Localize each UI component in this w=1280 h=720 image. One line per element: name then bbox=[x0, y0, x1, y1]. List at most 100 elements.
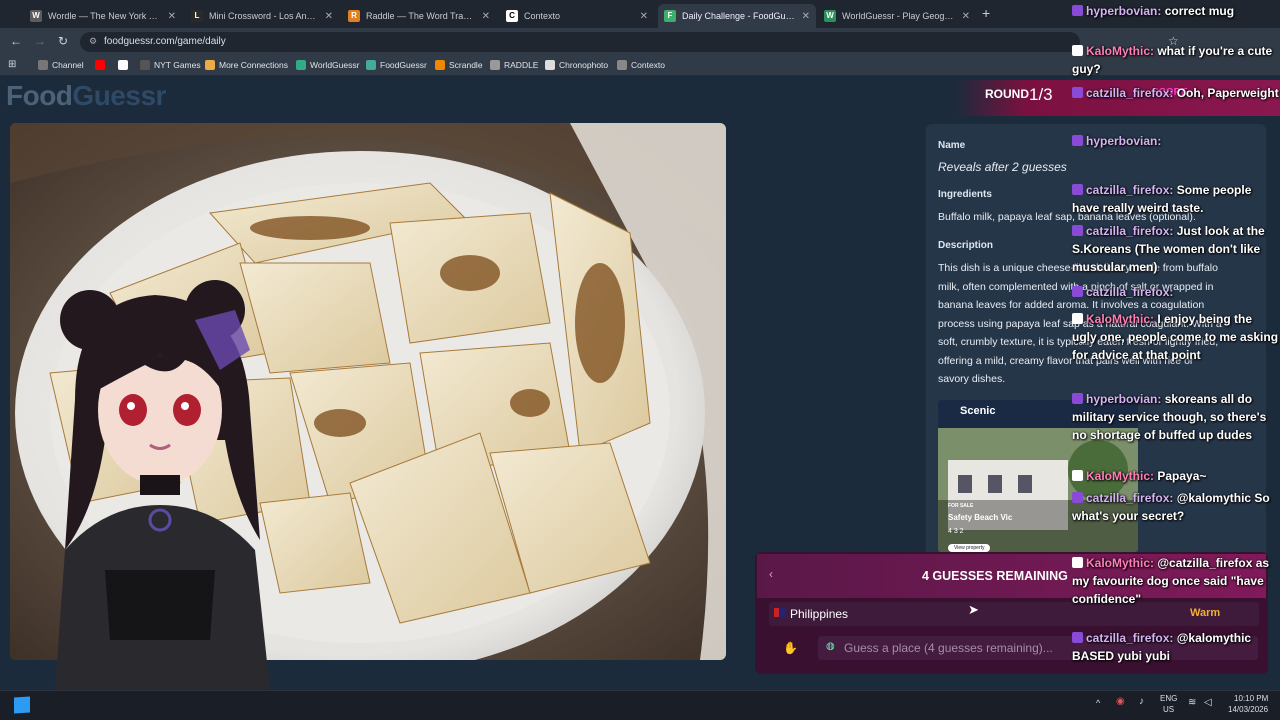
chat-username: catzilla_firefox: bbox=[1086, 491, 1177, 505]
tab-close-icon[interactable]: ✕ bbox=[482, 11, 490, 22]
browser-tab[interactable]: C Contexto ✕ bbox=[500, 4, 654, 28]
bookmark-item[interactable]: More Connections bbox=[205, 60, 288, 70]
site-info-icon[interactable]: ⚙ bbox=[89, 36, 97, 47]
new-tab-button[interactable]: + bbox=[982, 5, 990, 21]
chat-text: correct mug bbox=[1164, 4, 1235, 18]
browser-tab[interactable]: W Wordle — The New York Times ✕ bbox=[24, 4, 182, 28]
mouse-cursor-icon: ➤ bbox=[968, 602, 979, 617]
chat-badge-icon bbox=[1072, 393, 1083, 404]
bookmark-label: More Connections bbox=[219, 60, 288, 70]
bookmark-label: FoodGuessr bbox=[380, 60, 427, 70]
chat-badge-icon bbox=[1072, 286, 1083, 297]
thumbs-icon[interactable]: ✋ bbox=[783, 641, 798, 655]
windows-taskbar bbox=[0, 690, 1280, 720]
chat-message: KaloMythic: I enjoy being the ugly one, … bbox=[1072, 310, 1280, 364]
chat-text: Ooh, Paperweight bbox=[1176, 86, 1279, 100]
browser-tab[interactable]: R Raddle — The Word Transform ✕ bbox=[342, 4, 496, 28]
ad-title: Scenic bbox=[960, 405, 996, 417]
chat-username: hyperbovian: bbox=[1086, 4, 1165, 18]
bookmark-item[interactable]: Contexto bbox=[617, 60, 665, 70]
chat-username: catzilla_firefox: bbox=[1086, 631, 1177, 645]
tab-favicon-icon: C bbox=[506, 10, 518, 22]
collapse-left-icon[interactable]: ‹ bbox=[769, 567, 773, 581]
stream-chat-overlay: hyperbovian: correct mug KaloMythic: what… bbox=[1066, 0, 1280, 666]
chat-message: KaloMythic: @catzilla_firefox as my favo… bbox=[1072, 554, 1280, 608]
name-label: Name bbox=[938, 140, 966, 151]
chat-message: KaloMythic: what if you're a cute guy? bbox=[1072, 42, 1280, 78]
tray-app-icon[interactable]: ◉ bbox=[1116, 696, 1125, 707]
bookmark-icon bbox=[140, 60, 150, 70]
bookmark-icon bbox=[435, 60, 445, 70]
chat-badge-icon bbox=[1072, 492, 1083, 503]
forward-icon[interactable]: → bbox=[34, 34, 46, 48]
ad-view-button[interactable]: View property bbox=[948, 544, 991, 552]
bookmark-item[interactable]: Scrandle bbox=[435, 60, 483, 70]
tab-title: WorldGuessr - Play Geoguessr bbox=[842, 11, 956, 21]
tab-close-icon[interactable]: ✕ bbox=[802, 11, 810, 22]
bookmark-label: Scrandle bbox=[449, 60, 483, 70]
tab-title: Contexto bbox=[524, 11, 561, 21]
browser-tab[interactable]: L Mini Crossword - Los Angeles T ✕ bbox=[185, 4, 339, 28]
chat-text: Papaya~ bbox=[1157, 469, 1207, 483]
logo-guessr: Guessr bbox=[72, 80, 166, 111]
bookmark-item[interactable] bbox=[95, 60, 105, 70]
chat-message: catzilla_firefox: Ooh, Paperweight bbox=[1072, 84, 1280, 102]
tab-title: Mini Crossword - Los Angeles T bbox=[209, 11, 319, 21]
tab-close-icon[interactable]: ✕ bbox=[168, 11, 176, 22]
tab-title: Wordle — The New York Times bbox=[48, 11, 162, 21]
foodguessr-logo[interactable]: FoodGuessr bbox=[6, 80, 166, 112]
chat-username: hyperbovian: bbox=[1086, 134, 1162, 148]
chat-message: catzilla_firefox: Some people have reall… bbox=[1072, 181, 1280, 217]
bookmark-icon bbox=[205, 60, 215, 70]
bookmark-label: RADDLE bbox=[504, 60, 539, 70]
tray-up-icon[interactable]: ^ bbox=[1096, 698, 1100, 708]
round-value: 1/3 bbox=[1029, 85, 1053, 104]
chat-badge-icon bbox=[1072, 470, 1083, 481]
tab-title: Raddle — The Word Transform bbox=[366, 11, 476, 21]
windows-start-icon[interactable] bbox=[14, 696, 30, 714]
clock-time[interactable]: 10:10 PM bbox=[1234, 694, 1268, 703]
bookmark-item[interactable] bbox=[118, 60, 128, 70]
bookmark-icon bbox=[490, 60, 500, 70]
apps-grid-icon[interactable]: ⊞ bbox=[8, 59, 16, 70]
chat-badge-icon bbox=[1072, 184, 1083, 195]
speaker-icon[interactable]: ◁ bbox=[1204, 697, 1212, 708]
bookmark-label: WorldGuessr bbox=[310, 60, 360, 70]
region-label[interactable]: US bbox=[1163, 705, 1174, 714]
chat-message: hyperbovian: correct mug bbox=[1072, 2, 1280, 20]
chat-badge-icon bbox=[1072, 87, 1083, 98]
bookmark-item[interactable]: Channel bbox=[38, 60, 84, 70]
reload-icon[interactable]: ↻ bbox=[58, 34, 68, 48]
chat-username: KaloMythic: bbox=[1086, 556, 1158, 570]
url-field[interactable]: foodguessr.com/game/daily bbox=[80, 32, 1080, 52]
bookmark-item[interactable]: NYT Games bbox=[140, 60, 201, 70]
chat-username: KaloMythic: bbox=[1086, 44, 1158, 58]
bookmark-item[interactable]: RADDLE bbox=[490, 60, 538, 70]
bookmark-item[interactable]: Chronophoto bbox=[545, 60, 608, 70]
chat-message: catzilla_firefox: @kalomythic BASED yubi… bbox=[1072, 629, 1280, 665]
guess-input-placeholder[interactable]: Guess a place (4 guesses remaining)... bbox=[844, 641, 1053, 655]
bookmark-icon bbox=[366, 60, 376, 70]
tab-close-icon[interactable]: ✕ bbox=[325, 11, 333, 22]
bookmark-label: Channel bbox=[52, 60, 84, 70]
bookmark-icon bbox=[95, 60, 105, 70]
tab-close-icon[interactable]: ✕ bbox=[640, 11, 648, 22]
wifi-icon[interactable]: ≋ bbox=[1188, 697, 1196, 708]
lang-label[interactable]: ENG bbox=[1160, 694, 1177, 703]
clock-date[interactable]: 14/03/2026 bbox=[1228, 705, 1268, 714]
ingredients-label: Ingredients bbox=[938, 189, 992, 200]
guess-country: Philippines bbox=[790, 607, 849, 621]
chat-username: hyperbovian: bbox=[1086, 392, 1165, 406]
mic-icon[interactable]: ♪ bbox=[1139, 696, 1144, 707]
logo-food: Food bbox=[6, 80, 73, 111]
chat-badge-icon bbox=[1072, 225, 1083, 236]
back-icon[interactable]: ← bbox=[10, 34, 22, 48]
ad-place: Safety Beach Vic bbox=[948, 513, 1013, 522]
browser-tab[interactable]: W WorldGuessr - Play Geoguessr ✕ bbox=[818, 4, 976, 28]
browser-tab[interactable]: F Daily Challenge - FoodGuessr | ✕ bbox=[658, 4, 816, 28]
bookmark-item[interactable]: WorldGuessr bbox=[296, 60, 359, 70]
chat-badge-icon bbox=[1072, 135, 1083, 146]
tab-close-icon[interactable]: ✕ bbox=[962, 11, 970, 22]
bookmark-item[interactable]: FoodGuessr bbox=[366, 60, 427, 70]
chat-message: catzilla_firefox: Just look at the S.Kor… bbox=[1072, 222, 1280, 276]
